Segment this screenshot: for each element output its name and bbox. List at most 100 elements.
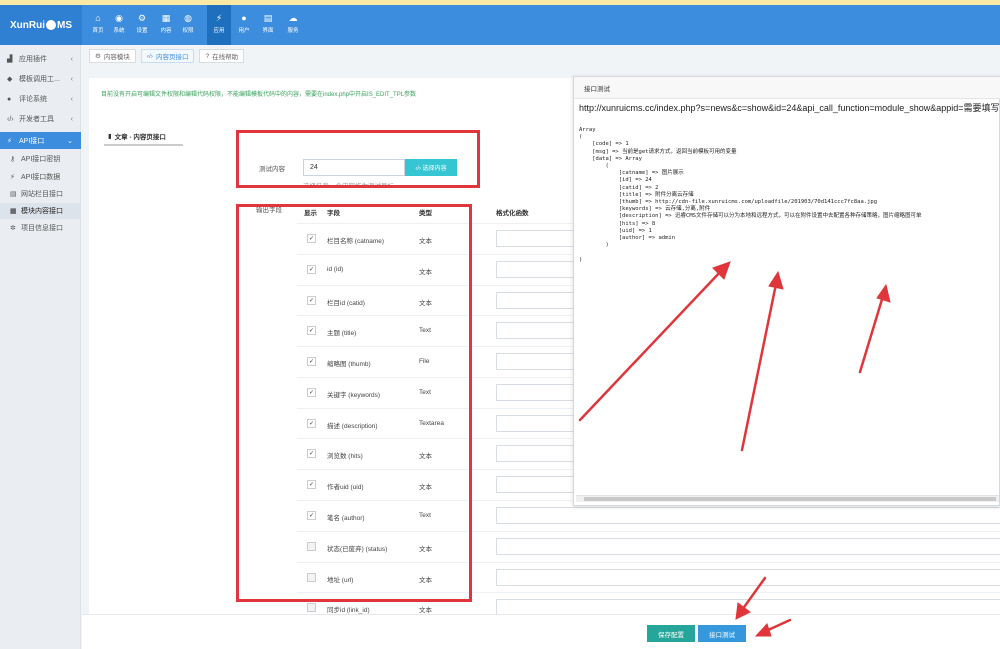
field-name: 同步id (link_id) <box>327 607 370 614</box>
show-checkbox[interactable]: ✓ <box>307 480 316 489</box>
format-function-input[interactable] <box>496 569 1000 586</box>
table-icon: ▤ <box>10 191 17 198</box>
app-logo[interactable]: XunRui MS <box>0 5 82 45</box>
footer-bar <box>82 614 1000 649</box>
subtab-article-content-api[interactable]: ▮ 文章 - 内容页接口 <box>104 128 183 146</box>
plug-icon: ⚡ <box>215 13 223 23</box>
field-name: 缩略图 (thumb) <box>327 361 371 368</box>
tab-online-help[interactable]: ? 在线帮助 <box>199 49 245 63</box>
test-content-input[interactable]: 24 <box>303 159 405 176</box>
horizontal-scrollbar[interactable] <box>576 495 999 502</box>
save-config-button[interactable]: 保存配置 <box>647 625 695 642</box>
show-checkbox[interactable]: ✓ <box>307 357 316 366</box>
nav-permissions[interactable]: ◍ 权限 <box>178 5 198 45</box>
select-content-button[interactable]: ‹/› 选择内容 <box>405 159 457 176</box>
grid-icon: ▦ <box>161 13 171 23</box>
cogs-icon: ⚙ <box>137 13 147 23</box>
nav-interface[interactable]: ▤ 界面 <box>258 5 278 45</box>
user-icon: ● <box>241 13 247 23</box>
plugin-icon: ▟ <box>7 56 13 63</box>
field-type: Text <box>419 389 431 396</box>
field-type: 文本 <box>419 484 432 491</box>
field-type: 文本 <box>419 607 432 614</box>
key-icon: ⚷ <box>10 156 16 163</box>
plug-icon: ⚡ <box>10 174 15 181</box>
show-checkbox[interactable]: ✓ <box>307 296 316 305</box>
sidebar-item-template-tools[interactable]: ◆ 模板调用工... ‹ <box>0 71 81 87</box>
nav-system[interactable]: ◉ 系统 <box>109 5 129 45</box>
column-header-field: 字段 <box>327 210 340 217</box>
show-checkbox[interactable]: ✓ <box>307 326 316 335</box>
sidebar-subitem-category-api[interactable]: ▤ 网站栏目接口 <box>0 186 81 202</box>
nav-home[interactable]: ⌂ 首页 <box>88 5 108 45</box>
api-test-response: Array ( [code] => 1 [msg] => 当前是get请求方式，… <box>579 127 922 263</box>
test-content-label: 测试内容 <box>259 166 285 173</box>
field-name: 关键字 (keywords) <box>327 392 381 399</box>
layout-icon: ▤ <box>263 13 273 23</box>
format-function-input[interactable] <box>496 599 1000 614</box>
sidebar-subitem-project-info-api[interactable]: ✲ 项目信息接口 <box>0 220 81 236</box>
sidebar-subitem-module-content-api[interactable]: ▦ 模块内容接口 <box>0 203 81 219</box>
show-checkbox[interactable]: ✓ <box>307 511 316 520</box>
nav-services[interactable]: ☁ 服务 <box>283 5 303 45</box>
column-header-format: 格式化函数 <box>496 210 529 217</box>
sidebar-subitem-api-data[interactable]: ⚡ API接口数据 <box>0 169 81 185</box>
home-icon: ⌂ <box>95 13 101 23</box>
globe-icon: ◉ <box>115 13 123 23</box>
scrollbar-thumb[interactable] <box>584 497 996 501</box>
chevron-left-icon: ‹ <box>70 55 73 63</box>
comments-icon: ● <box>7 95 12 103</box>
field-type: File <box>419 358 430 365</box>
nav-users[interactable]: ● 用户 <box>234 5 254 45</box>
sidebar-item-comments[interactable]: ● 评论系统 ‹ <box>0 91 81 107</box>
cloud-icon: ☁ <box>288 13 298 23</box>
sidebar-item-api[interactable]: ⚡ API接口 ⌄ <box>0 132 81 149</box>
format-function-input[interactable] <box>496 507 1000 524</box>
show-checkbox[interactable]: ✓ <box>307 388 316 397</box>
format-function-input[interactable] <box>496 538 1000 555</box>
plug-icon: ⚡ <box>7 137 12 145</box>
show-checkbox[interactable]: ✓ <box>307 419 316 428</box>
field-name: id (id) <box>327 266 344 273</box>
tab-content-module[interactable]: ⚙ 内容模块 <box>89 49 136 63</box>
api-test-title: 接口测试 <box>574 77 1000 99</box>
nav-apps[interactable]: ⚡ 应用 <box>207 5 231 45</box>
show-checkbox[interactable]: ✓ <box>307 234 316 243</box>
sidebar-subitem-api-keys[interactable]: ⚷ API接口密钥 <box>0 151 81 167</box>
test-content-help: 选择任意一个内容作为测试目标 <box>303 180 394 185</box>
top-navbar: XunRui MS ⌂ 首页 ◉ 系统 ⚙ 设置 ▦ 内容 ◍ 权限 ⚡ 应用 ● 用户 ▤ 界面… <box>0 5 1000 45</box>
field-name: 笔名 (author) <box>327 515 365 522</box>
api-test-url[interactable]: http://xunruicms.cc/index.php?s=news&c=s… <box>579 101 1000 114</box>
show-checkbox[interactable]: ✓ <box>307 265 316 274</box>
field-type: Text <box>419 327 431 334</box>
field-name: 主题 (title) <box>327 330 357 337</box>
chevron-down-icon: ⌄ <box>67 137 73 145</box>
field-name: 描述 (description) <box>327 423 378 430</box>
show-checkbox[interactable] <box>307 603 316 612</box>
column-header-show: 显示 <box>304 210 317 217</box>
sidebar-item-app-plugins[interactable]: ▟ 应用插件 ‹ <box>0 51 81 67</box>
page-tabs: ⚙ 内容模块 ‹/› 内容页接口 ? 在线帮助 <box>89 49 245 63</box>
field-type: 文本 <box>419 238 432 245</box>
show-checkbox[interactable]: ✓ <box>307 449 316 458</box>
field-type: 文本 <box>419 453 432 460</box>
nav-content[interactable]: ▦ 内容 <box>156 5 176 45</box>
api-test-button[interactable]: 接口测试 <box>698 625 746 642</box>
chevron-left-icon: ‹ <box>70 75 73 83</box>
show-checkbox[interactable] <box>307 573 316 582</box>
th-icon: ▦ <box>10 208 17 215</box>
field-type: 文本 <box>419 269 432 276</box>
api-test-dialog: 接口测试 http://xunruicms.cc/index.php?s=new… <box>573 76 1000 506</box>
field-name: 状态(已废弃) (status) <box>327 546 388 553</box>
tag-icon: ◆ <box>7 76 13 83</box>
field-type: Textarea <box>419 420 444 427</box>
column-header-type: 类型 <box>419 210 432 217</box>
field-name: 浏览数 (hits) <box>327 453 363 460</box>
gear-icon: ✲ <box>10 225 16 232</box>
tab-content-page-api[interactable]: ‹/› 内容页接口 <box>140 49 195 63</box>
doc-icon: ▮ <box>108 133 112 140</box>
nav-settings[interactable]: ⚙ 设置 <box>132 5 152 45</box>
user-circle-icon: ◍ <box>184 13 192 23</box>
show-checkbox[interactable] <box>307 542 316 551</box>
sidebar-item-developer-tools[interactable]: ‹/› 开发者工具 ‹ <box>0 111 81 127</box>
